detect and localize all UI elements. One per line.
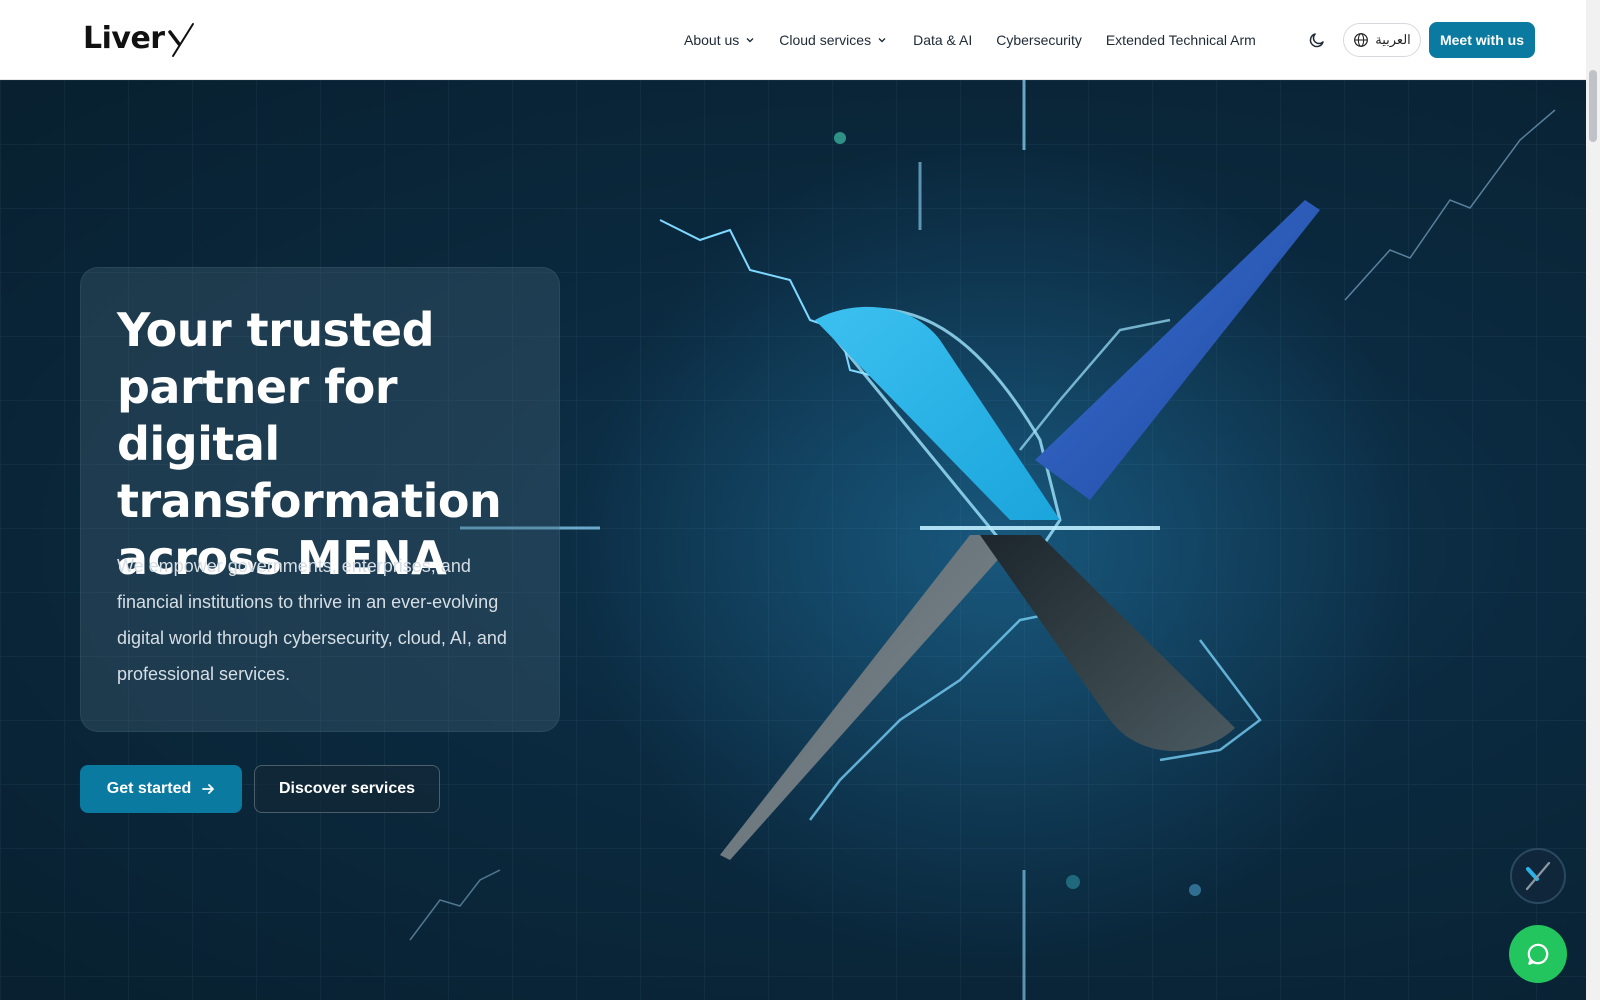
- logo-x-icon: [167, 23, 194, 57]
- chat-button[interactable]: [1509, 925, 1567, 983]
- site-header: Liver About us Cloud services Data & AI …: [0, 0, 1586, 80]
- language-switch-button[interactable]: العربية: [1343, 23, 1421, 57]
- chat-bubble-icon: [1527, 943, 1549, 965]
- discover-services-button[interactable]: Discover services: [254, 765, 440, 813]
- language-label: العربية: [1375, 32, 1411, 47]
- nav-about-us-label: About us: [684, 32, 740, 48]
- nav-data-ai-label: Data & AI: [913, 32, 973, 48]
- nav-cybersecurity[interactable]: Cybersecurity: [996, 32, 1082, 48]
- meet-with-us-button[interactable]: Meet with us: [1429, 22, 1535, 58]
- liverx-x-graphic: [659, 200, 1320, 860]
- get-started-button[interactable]: Get started: [80, 765, 242, 813]
- globe-icon: [1354, 33, 1369, 47]
- floating-logo-button[interactable]: [1510, 848, 1566, 904]
- logo[interactable]: Liver: [83, 18, 197, 58]
- liverx-logo-icon: [1525, 861, 1551, 891]
- arrow-right-icon: [202, 784, 215, 794]
- page-scrollbar[interactable]: [1586, 0, 1600, 1000]
- moon-icon: [1309, 33, 1324, 48]
- main-nav: About us Cloud services Data & AI Cybers…: [684, 0, 1256, 80]
- nav-extended-technical-arm-label: Extended Technical Arm: [1105, 32, 1256, 48]
- nav-cloud-services-label: Cloud services: [779, 32, 872, 48]
- hero-section: Your trusted partner for digital transfo…: [0, 80, 1586, 1000]
- nav-about-us[interactable]: About us: [684, 32, 755, 48]
- hero-card: Your trusted partner for digital transfo…: [80, 267, 560, 732]
- nav-extended-technical-arm[interactable]: Extended Technical Arm: [1106, 32, 1256, 48]
- nav-data-ai[interactable]: Data & AI: [913, 32, 972, 48]
- nav-cloud-services[interactable]: Cloud services: [779, 32, 887, 48]
- theme-toggle-button[interactable]: [1305, 28, 1329, 52]
- scrollbar-thumb[interactable]: [1589, 70, 1597, 142]
- hero-title: Your trusted partner for digital transfo…: [117, 303, 502, 585]
- nav-cybersecurity-label: Cybersecurity: [996, 32, 1082, 48]
- hero-subtitle: We empower governments, enterprises, and…: [117, 556, 507, 684]
- chevron-down-icon: [878, 38, 886, 43]
- logo-text: Liver: [83, 20, 165, 56]
- chevron-down-icon: [746, 38, 754, 43]
- get-started-label: Get started: [106, 780, 192, 797]
